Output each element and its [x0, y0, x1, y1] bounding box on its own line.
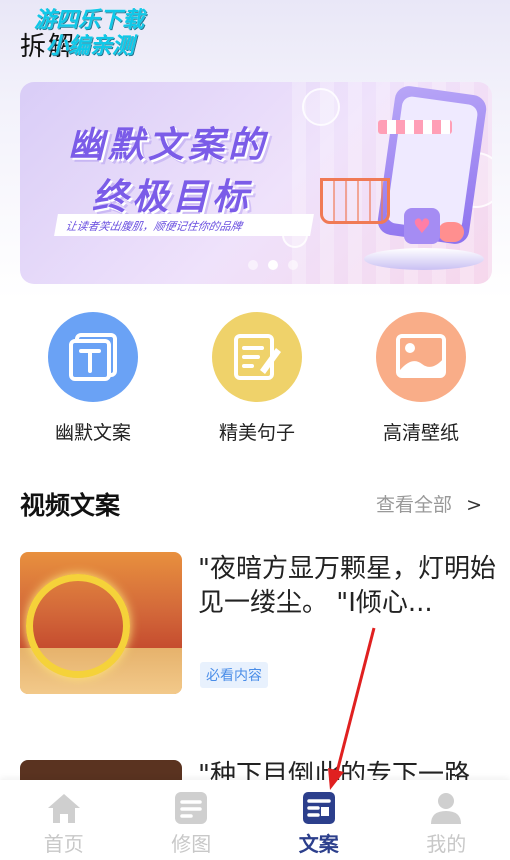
shortcut-hd-wallpaper[interactable]: 高清壁纸	[356, 312, 486, 445]
text-doc-icon	[48, 312, 138, 402]
shopping-cart-illustration	[320, 178, 390, 224]
user-icon	[383, 790, 510, 826]
view-all-link[interactable]: 查看全部 >	[376, 490, 482, 517]
tab-edit-image[interactable]: 修图	[128, 780, 256, 860]
banner-subtitle: 让读者笑出腹肌，顺便记住你的品牌	[54, 214, 314, 236]
card-text: "夜暗方显万颗星，灯明始见一缕尘。 "I倾心...	[198, 554, 496, 618]
carousel-dot[interactable]	[248, 260, 258, 270]
card-text: "种下目倒此的专下一路	[198, 760, 470, 780]
tab-home[interactable]: 首页	[0, 780, 128, 860]
shortcut-fine-sentences[interactable]: 精美句子	[192, 312, 322, 445]
carousel-indicator	[248, 260, 298, 270]
tab-label: 首页	[43, 832, 84, 856]
heart-icon: ♥	[404, 208, 440, 244]
card-thumbnail	[20, 760, 182, 780]
tab-label: 我的	[426, 832, 467, 856]
tab-copywriting[interactable]: 文案	[255, 780, 383, 860]
watermark-line2: 小编亲测	[46, 34, 135, 59]
tab-label: 文案	[298, 832, 339, 856]
promo-banner[interactable]: ♥ 幽默文案的 终极目标 让读者笑出腹肌，顺便记住你的品牌	[20, 82, 492, 284]
bottom-tab-bar: 首页 修图 文案 我的	[0, 780, 510, 860]
view-all-label: 查看全部	[376, 494, 453, 516]
bubble-decoration	[302, 88, 340, 126]
banner-headline-line1: 幽默文案的	[68, 125, 269, 166]
shortcut-label: 精美句子	[218, 422, 295, 444]
chevron-right-icon: >	[466, 494, 482, 516]
video-copy-card[interactable]: "种下目倒此的专下一路	[20, 760, 510, 780]
pedestal-illustration	[364, 248, 484, 270]
section-title: 视频文案	[20, 491, 121, 520]
shortcut-label: 幽默文案	[54, 422, 131, 444]
card-tag: 必看内容	[200, 662, 268, 688]
shortcut-label: 高清壁纸	[382, 422, 459, 444]
carousel-dot-active[interactable]	[268, 260, 278, 270]
video-copy-card[interactable]: "夜暗方显万颗星，灯明始见一缕尘。 "I倾心... 必看内容	[20, 552, 496, 694]
tab-label: 修图	[171, 832, 212, 856]
chat-bubble-illustration	[438, 222, 464, 242]
shop-awning-illustration	[378, 120, 452, 134]
edit-image-icon	[128, 790, 256, 826]
shortcut-humor-copy[interactable]: 幽默文案	[28, 312, 158, 445]
banner-headline-line2: 终极目标	[92, 177, 253, 218]
watermark-line1: 游四乐下载	[34, 8, 145, 33]
card-thumbnail	[20, 552, 182, 694]
carousel-dot[interactable]	[288, 260, 298, 270]
home-icon	[0, 790, 128, 826]
tab-profile[interactable]: 我的	[383, 780, 510, 860]
image-icon	[376, 312, 466, 402]
copywriting-icon	[255, 790, 383, 826]
edit-doc-icon	[212, 312, 302, 402]
watermark: 游四乐下载 小编亲测	[34, 8, 144, 60]
